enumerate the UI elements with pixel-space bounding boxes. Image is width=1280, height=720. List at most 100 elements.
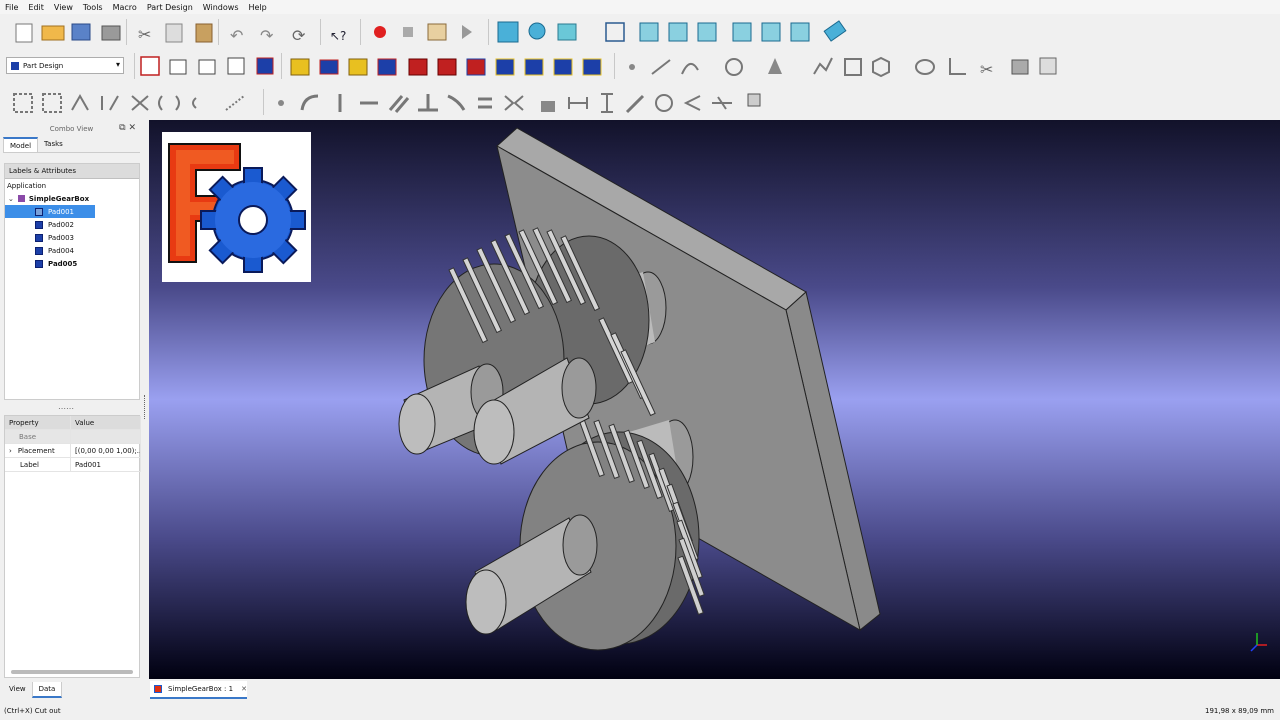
menu-edit[interactable]: Edit: [23, 3, 49, 12]
constraint-equal-icon[interactable]: [478, 97, 492, 109]
polygon-icon[interactable]: [872, 56, 890, 78]
slot-icon[interactable]: [915, 59, 935, 75]
validate-sketch-icon[interactable]: [227, 57, 245, 75]
thickness-icon[interactable]: [495, 58, 515, 76]
panel-splitter[interactable]: [144, 395, 147, 419]
circle-icon[interactable]: [725, 58, 743, 76]
horizontal-scrollbar[interactable]: [11, 670, 133, 674]
property-label-value[interactable]: Pad001: [71, 458, 141, 472]
fillet-sketch-icon[interactable]: [949, 58, 966, 75]
constraint-perpendicular-icon[interactable]: [418, 94, 438, 112]
toggle-driving-icon[interactable]: [747, 93, 761, 107]
groove-icon[interactable]: [377, 58, 397, 76]
view-right-icon[interactable]: [697, 22, 717, 42]
trim-icon[interactable]: ✂: [980, 60, 993, 79]
refresh-icon[interactable]: ⟳: [292, 26, 306, 45]
tree-item-pad004[interactable]: Pad004: [5, 244, 139, 257]
paste-icon[interactable]: [195, 23, 213, 43]
constraint-horizontal-distance-icon[interactable]: [568, 97, 588, 109]
property-placement-name[interactable]: › Placement: [5, 444, 71, 458]
mirror-icon[interactable]: [524, 58, 544, 76]
measure-icon[interactable]: [823, 20, 847, 42]
tab-tasks[interactable]: Tasks: [38, 137, 69, 152]
conic-icon[interactable]: [768, 58, 782, 74]
fit-selection-icon[interactable]: [528, 22, 546, 40]
draw-style-icon[interactable]: [557, 23, 577, 41]
constraint-angle-icon[interactable]: [683, 95, 701, 111]
attach-sketch-icon[interactable]: [198, 59, 216, 75]
polar-pattern-icon[interactable]: [582, 58, 602, 76]
view-front-icon[interactable]: [639, 22, 659, 42]
revolution-icon[interactable]: [348, 58, 368, 76]
tree-item-pad003[interactable]: Pad003: [5, 231, 139, 244]
macro-stop-icon[interactable]: [403, 27, 413, 37]
pocket-icon[interactable]: [319, 59, 339, 75]
macro-run-icon[interactable]: [462, 25, 472, 39]
constraint-radius-icon[interactable]: [655, 94, 673, 112]
print-icon[interactable]: [101, 25, 121, 41]
copy-icon[interactable]: [165, 23, 183, 43]
redo-icon[interactable]: ↷: [260, 26, 274, 45]
tab-model[interactable]: Model: [3, 137, 39, 152]
menu-view[interactable]: View: [49, 3, 78, 12]
property-label-name[interactable]: Label: [5, 458, 71, 472]
workbench-selector[interactable]: Part Design ▾: [6, 57, 124, 74]
select-axis-icon[interactable]: [101, 95, 119, 111]
new-icon[interactable]: [15, 23, 33, 43]
constraint-parallel-icon[interactable]: [388, 95, 410, 113]
chamfer-icon[interactable]: [437, 58, 457, 76]
constraint-point-on-object-icon[interactable]: [300, 94, 319, 111]
menu-windows[interactable]: Windows: [198, 3, 244, 12]
menu-part-design[interactable]: Part Design: [142, 3, 198, 12]
line-icon[interactable]: [651, 59, 671, 75]
property-placement-value[interactable]: [(0,00 0,00 1,00);...: [71, 444, 141, 458]
fit-all-icon[interactable]: [497, 21, 519, 43]
point-icon[interactable]: [629, 64, 635, 70]
tree-item-pad002[interactable]: Pad002: [5, 218, 139, 231]
constraint-vertical-distance-icon[interactable]: [601, 93, 613, 113]
tree-document-node[interactable]: ⌄ SimpleGearBox: [5, 192, 139, 205]
linear-pattern-icon[interactable]: [553, 58, 573, 76]
tree-item-pad001[interactable]: Pad001: [5, 205, 95, 218]
constraint-distance-icon[interactable]: [625, 94, 645, 114]
rectangle-icon[interactable]: [844, 58, 862, 76]
constraint-coincident-icon[interactable]: [278, 100, 284, 106]
menu-tools[interactable]: Tools: [78, 3, 108, 12]
undo-icon[interactable]: ↶: [230, 26, 243, 45]
fillet-icon[interactable]: [408, 58, 428, 76]
tab-data[interactable]: Data: [31, 682, 63, 698]
document-tab[interactable]: SimpleGearBox : 1 ✕: [150, 681, 247, 699]
view-top-icon[interactable]: [668, 22, 688, 42]
delete-constraints-icon[interactable]: [131, 95, 149, 111]
constraint-snell-icon[interactable]: [712, 96, 732, 110]
macro-record-icon[interactable]: [374, 26, 386, 38]
close-icon[interactable]: ✕: [241, 685, 247, 693]
open-icon[interactable]: [41, 25, 65, 41]
tree-item-pad005[interactable]: Pad005: [5, 257, 139, 270]
menu-macro[interactable]: Macro: [108, 3, 142, 12]
constraint-lock-icon[interactable]: [541, 101, 555, 112]
toggle-construction-icon[interactable]: [158, 95, 180, 111]
external-geometry-icon[interactable]: [1011, 59, 1029, 75]
carbon-copy-icon[interactable]: [1039, 57, 1057, 75]
close-icon[interactable]: ⧉ ✕: [119, 123, 136, 133]
splitter-handle[interactable]: ⋯⋯: [58, 404, 74, 413]
macro-edit-icon[interactable]: [427, 23, 447, 41]
shape-binder-icon[interactable]: [256, 57, 274, 75]
constraint-symmetric-icon[interactable]: [504, 95, 524, 111]
select-origin-icon[interactable]: [71, 93, 89, 111]
save-icon[interactable]: [71, 23, 91, 41]
create-body-icon[interactable]: [140, 56, 160, 76]
view-rear-icon[interactable]: [732, 22, 752, 42]
pad-icon[interactable]: [290, 58, 310, 76]
select-conflicting-icon[interactable]: [13, 93, 33, 113]
3d-viewport[interactable]: [149, 120, 1280, 679]
polyline-icon[interactable]: [813, 57, 833, 75]
cut-icon[interactable]: ✂: [138, 25, 151, 44]
sketch-icon[interactable]: [169, 59, 187, 75]
menu-file[interactable]: File: [0, 3, 23, 12]
constraint-tangent-icon[interactable]: [447, 94, 466, 111]
menu-help[interactable]: Help: [244, 3, 272, 12]
select-constraints-icon[interactable]: [42, 93, 62, 113]
view-isometric-icon[interactable]: [605, 22, 625, 42]
